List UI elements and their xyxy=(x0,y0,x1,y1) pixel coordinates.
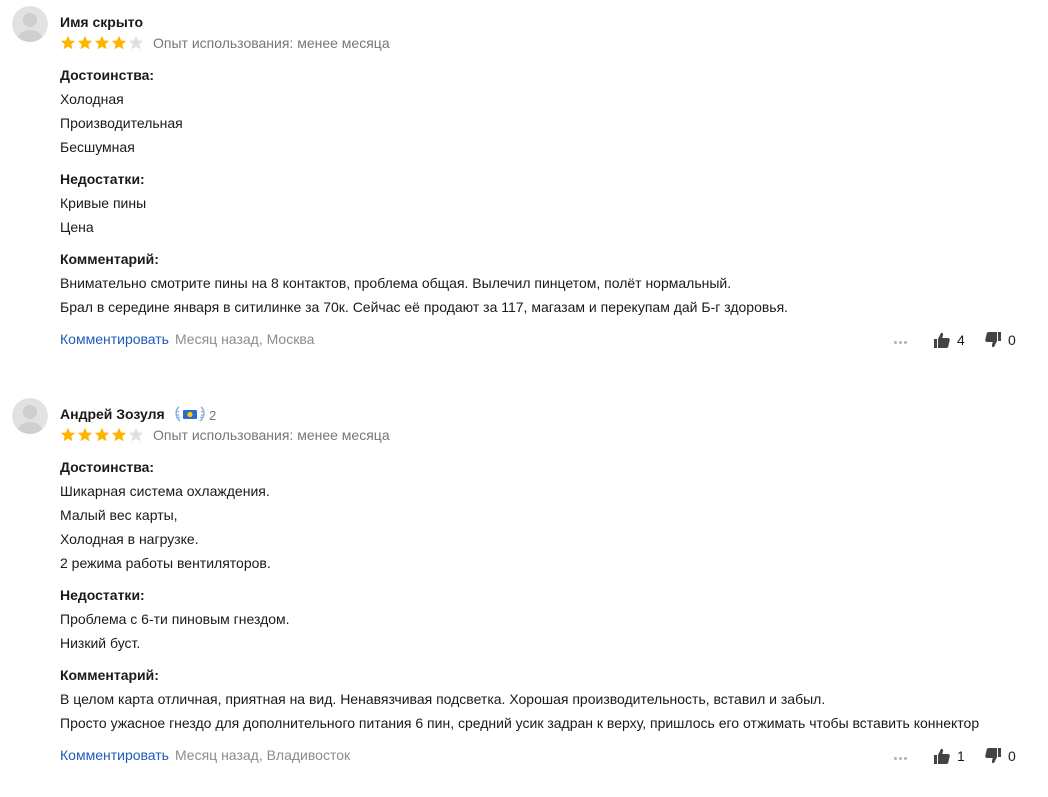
pros-item: Производительная xyxy=(60,115,183,131)
cons-title: Недостатки: xyxy=(60,587,145,603)
star-filled-icon xyxy=(60,35,76,50)
star-empty-icon xyxy=(128,35,144,50)
avatar[interactable] xyxy=(12,398,48,434)
rating-stars xyxy=(60,427,145,443)
reviewer-badge[interactable]: 2 xyxy=(173,405,216,425)
star-filled-icon xyxy=(77,35,93,50)
rating-stars xyxy=(60,35,145,51)
cons-item: Кривые пины xyxy=(60,195,147,211)
star-filled-icon xyxy=(94,427,110,442)
star-filled-icon xyxy=(77,427,93,442)
user-silhouette-icon xyxy=(17,13,43,42)
cons-title: Недостатки: xyxy=(60,171,145,187)
like-button[interactable]: 4 xyxy=(934,331,965,349)
star-filled-icon xyxy=(60,427,76,442)
pros-title: Достоинства: xyxy=(60,67,155,83)
dislike-button[interactable]: 0 xyxy=(985,331,1016,349)
comment-line: Внимательно смотрите пины на 8 контактов… xyxy=(60,275,732,291)
usage-experience: Опыт использования: менее месяца xyxy=(153,427,390,443)
more-dots-icon[interactable] xyxy=(893,747,913,765)
user-silhouette-icon xyxy=(17,405,43,434)
review-footer: Комментировать Месяц назад, Владивосток xyxy=(60,746,350,764)
dislike-button[interactable]: 0 xyxy=(985,747,1016,765)
comment-title: Комментарий: xyxy=(60,251,159,267)
star-filled-icon xyxy=(94,35,110,50)
thumbs-down-icon xyxy=(985,748,1001,764)
pros-item: Малый вес карты, xyxy=(60,507,178,523)
comment-line: Брал в середине января в ситилинке за 70… xyxy=(60,299,789,315)
like-count: 4 xyxy=(957,332,965,348)
cons-item: Проблема с 6-ти пиновым гнездом. xyxy=(60,611,290,627)
more-dots-icon[interactable] xyxy=(893,331,913,349)
pros-title: Достоинства: xyxy=(60,459,155,475)
review-card: Андрей Зозуля 2 Опыт использования: мене… xyxy=(0,392,1048,792)
review-footer: Комментировать Месяц назад, Москва xyxy=(60,330,314,348)
like-button[interactable]: 1 xyxy=(934,747,965,765)
pros-item: Холодная в нагрузке. xyxy=(60,531,199,547)
pros-item: 2 режима работы вентиляторов. xyxy=(60,555,271,571)
laurel-badge-icon xyxy=(175,406,205,422)
thumbs-up-icon xyxy=(934,332,950,348)
comment-line: В целом карта отличная, приятная на вид.… xyxy=(60,691,826,707)
comment-title: Комментарий: xyxy=(60,667,159,683)
comment-line: Просто ужасное гнездо для дополнительног… xyxy=(60,715,980,731)
avatar[interactable] xyxy=(12,6,48,42)
pros-item: Холодная xyxy=(60,91,124,107)
author-name: Андрей Зозуля xyxy=(60,406,165,422)
cons-item: Низкий буст. xyxy=(60,635,141,651)
author-name: Имя скрыто xyxy=(60,14,144,30)
dislike-count: 0 xyxy=(1008,332,1016,348)
star-filled-icon xyxy=(111,35,127,50)
dislike-count: 0 xyxy=(1008,748,1016,764)
cons-item: Цена xyxy=(60,219,94,235)
star-empty-icon xyxy=(128,427,144,442)
review-meta: Месяц назад, Москва xyxy=(174,331,315,347)
pros-item: Бесшумная xyxy=(60,139,135,155)
pros-item: Шикарная система охлаждения. xyxy=(60,483,270,499)
review-meta: Месяц назад, Владивосток xyxy=(174,747,351,763)
comment-button[interactable]: Комментировать xyxy=(60,331,169,347)
thumbs-down-icon xyxy=(985,332,1001,348)
thumbs-up-icon xyxy=(934,748,950,764)
review-card: Имя скрыто Опыт использования: менее мес… xyxy=(0,0,1048,370)
star-filled-icon xyxy=(111,427,127,442)
like-count: 1 xyxy=(957,748,965,764)
badge-count: 2 xyxy=(209,408,217,423)
comment-button[interactable]: Комментировать xyxy=(60,747,169,763)
usage-experience: Опыт использования: менее месяца xyxy=(153,35,390,51)
